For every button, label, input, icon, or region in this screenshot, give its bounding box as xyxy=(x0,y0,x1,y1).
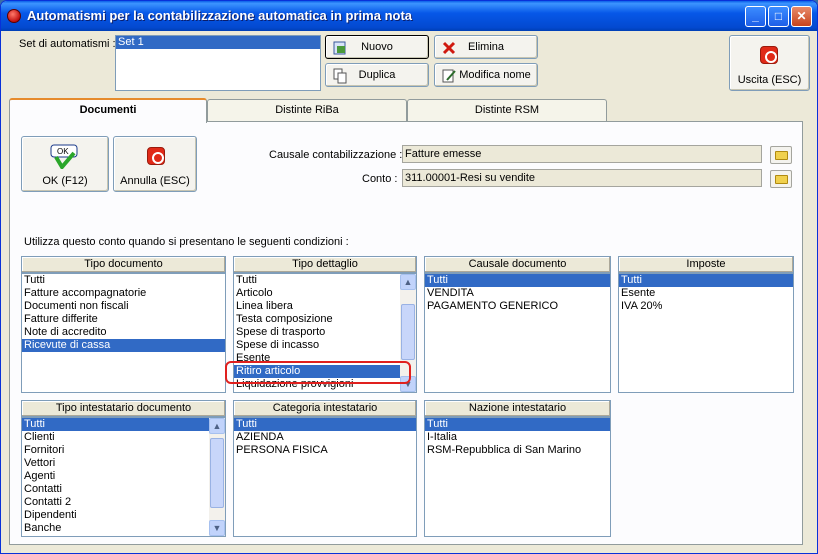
list-item[interactable]: Contatti xyxy=(22,483,225,496)
conto-label: Conto : xyxy=(362,173,398,185)
nazione-intestatario-list[interactable]: Tutti I-Italia RSM-Repubblica di San Mar… xyxy=(424,417,611,537)
list-item[interactable]: Agenti xyxy=(22,470,225,483)
uscita-label: Uscita (ESC) xyxy=(737,74,802,86)
nuovo-button[interactable]: Nuovo xyxy=(325,35,429,59)
list-item[interactable]: Fatture accompagnatorie xyxy=(22,287,225,300)
causale-field[interactable]: Fatture emesse xyxy=(402,145,762,163)
scroll-up-arrow-icon[interactable]: ▲ xyxy=(400,274,416,290)
annulla-button[interactable]: Annulla (ESC) xyxy=(113,136,197,192)
list-item[interactable]: Contatti 2 xyxy=(22,496,225,509)
duplica-button[interactable]: Duplica xyxy=(325,63,429,87)
set-listbox[interactable]: Set 1 xyxy=(115,35,321,91)
list-item[interactable]: Clienti xyxy=(22,431,225,444)
list-item[interactable]: Tutti xyxy=(425,418,610,431)
tab-documenti[interactable]: Documenti xyxy=(9,98,207,123)
tipo-intestatario-list[interactable]: Tutti Clienti Fornitori Vettori Agenti C… xyxy=(21,417,226,537)
close-button[interactable]: ✕ xyxy=(791,6,812,27)
elimina-button[interactable]: Elimina xyxy=(434,35,538,59)
list-item[interactable]: Ricevute di cassa xyxy=(22,339,225,352)
list-item[interactable]: I-Italia xyxy=(425,431,610,444)
list-item[interactable]: IVA 20% xyxy=(619,300,793,313)
minimize-button[interactable]: _ xyxy=(745,6,766,27)
tipo-intestatario-scrollbar[interactable]: ▲ ▼ xyxy=(209,418,225,536)
modifica-nome-label: Modifica nome xyxy=(459,69,531,81)
folder-icon xyxy=(775,151,788,160)
list-item[interactable]: Dipendenti xyxy=(22,509,225,522)
stop-icon xyxy=(760,46,778,64)
list-item[interactable]: Esente xyxy=(619,287,793,300)
elimina-label: Elimina xyxy=(467,41,505,53)
list-item[interactable]: Documenti non fiscali xyxy=(22,300,225,313)
list-item[interactable]: Banche xyxy=(22,522,225,535)
conto-field[interactable]: 311.00001-Resi su vendite xyxy=(402,169,762,187)
categoria-intestatario-list[interactable]: Tutti AZIENDA PERSONA FISICA xyxy=(233,417,417,537)
causale-label: Causale contabilizzazione : xyxy=(269,149,403,161)
list-item[interactable]: Linea libera xyxy=(234,300,416,313)
list-item[interactable]: Vettori xyxy=(22,457,225,470)
tipo-documento-list[interactable]: Tutti Fatture accompagnatorie Documenti … xyxy=(21,273,226,393)
uscita-button[interactable]: Uscita (ESC) xyxy=(729,35,810,91)
maximize-button[interactable]: □ xyxy=(768,6,789,27)
list-item[interactable]: Fatture differite xyxy=(22,313,225,326)
app-icon xyxy=(7,9,21,23)
categoria-intestatario-header: Categoria intestatario xyxy=(233,400,417,417)
list-item[interactable]: Spese di trasporto xyxy=(234,326,416,339)
list-item[interactable]: Tutti xyxy=(22,418,209,431)
scroll-down-arrow-icon[interactable]: ▼ xyxy=(209,520,225,536)
causale-documento-list[interactable]: Tutti VENDITA PAGAMENTO GENERICO xyxy=(424,273,611,393)
list-item[interactable]: RSM-Repubblica di San Marino xyxy=(425,444,610,457)
nuovo-label: Nuovo xyxy=(361,41,393,53)
list-item[interactable]: Articolo xyxy=(234,287,416,300)
causale-browse-button[interactable] xyxy=(770,146,792,164)
list-item[interactable]: VENDITA xyxy=(425,287,610,300)
ok-icon-text: OK xyxy=(57,147,69,156)
conditions-label: Utilizza questo conto quando si presenta… xyxy=(24,236,349,248)
ok-check-icon: OK xyxy=(50,143,80,171)
list-item[interactable]: PERSONA FISICA xyxy=(234,444,416,457)
ok-label: OK (F12) xyxy=(42,175,88,187)
list-item[interactable]: Note di accredito xyxy=(22,326,225,339)
folder-icon xyxy=(775,175,788,184)
title-bar[interactable]: Automatismi per la contabilizzazione aut… xyxy=(1,1,817,31)
set-label: Set di automatismi : xyxy=(19,38,116,50)
list-item[interactable]: Tutti xyxy=(22,274,225,287)
tab-distinte-riba[interactable]: Distinte RiBa xyxy=(207,99,407,121)
imposte-list[interactable]: Tutti Esente IVA 20% xyxy=(618,273,794,393)
list-item[interactable]: Fornitori xyxy=(22,444,225,457)
highlight-ring xyxy=(225,361,411,384)
scroll-thumb[interactable] xyxy=(210,438,224,508)
tab-distinte-rsm[interactable]: Distinte RSM xyxy=(407,99,607,121)
imposte-header: Imposte xyxy=(618,256,794,273)
list-item[interactable]: AZIENDA xyxy=(234,431,416,444)
ok-button[interactable]: OK OK (F12) xyxy=(21,136,109,192)
set-item[interactable]: Set 1 xyxy=(116,36,320,49)
tipo-dettaglio-header: Tipo dettaglio xyxy=(233,256,417,273)
scroll-thumb[interactable] xyxy=(401,304,415,360)
causale-documento-header: Causale documento xyxy=(424,256,611,273)
list-item[interactable]: Tutti xyxy=(234,274,416,287)
list-item[interactable]: Tutti xyxy=(425,274,610,287)
scroll-up-arrow-icon[interactable]: ▲ xyxy=(209,418,225,434)
list-item[interactable]: Tutti xyxy=(234,418,416,431)
tipo-intestatario-header: Tipo intestatario documento xyxy=(21,400,226,417)
cancel-stop-icon xyxy=(147,147,165,165)
list-item[interactable]: PAGAMENTO GENERICO xyxy=(425,300,610,313)
annulla-label: Annulla (ESC) xyxy=(120,175,190,187)
conto-browse-button[interactable] xyxy=(770,170,792,188)
list-item[interactable]: Testa composizione xyxy=(234,313,416,326)
duplica-label: Duplica xyxy=(358,69,396,81)
list-item[interactable]: Tutti xyxy=(619,274,793,287)
nazione-intestatario-header: Nazione intestatario xyxy=(424,400,611,417)
list-item[interactable]: Spese di incasso xyxy=(234,339,416,352)
main-window: Automatismi per la contabilizzazione aut… xyxy=(0,0,818,554)
window-title: Automatismi per la contabilizzazione aut… xyxy=(27,8,413,23)
modifica-nome-button[interactable]: Modifica nome xyxy=(434,63,538,87)
tipo-documento-header: Tipo documento xyxy=(21,256,226,273)
